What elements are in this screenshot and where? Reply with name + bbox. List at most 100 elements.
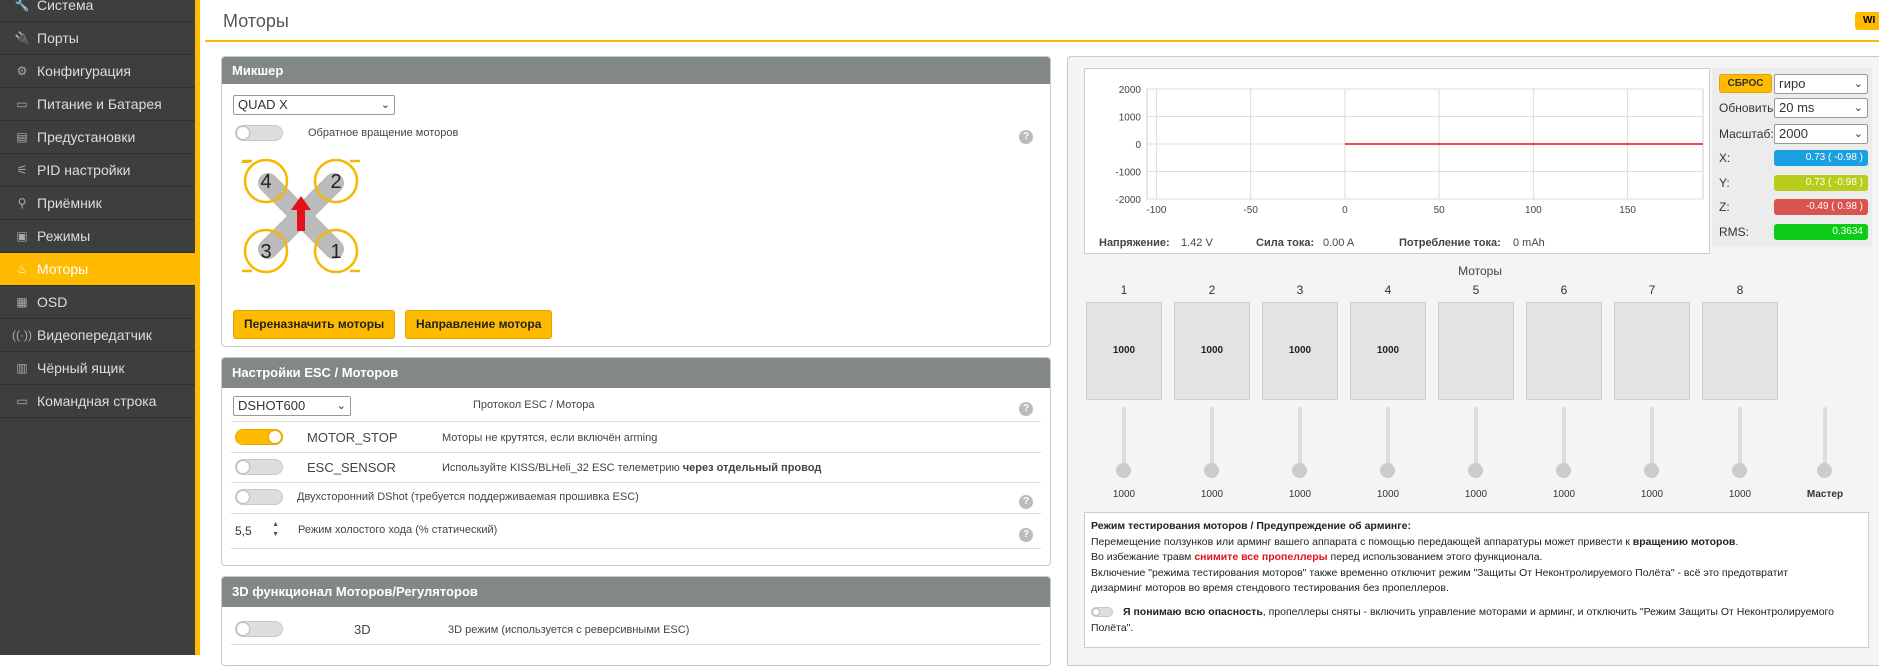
sensor-select[interactable]: гиро ⌄	[1774, 74, 1868, 94]
master-slider-knob[interactable]	[1817, 463, 1832, 478]
scale-select[interactable]: 2000 ⌄	[1774, 124, 1868, 144]
sidebar-item-gear[interactable]: ⚙ Конфигурация	[0, 55, 195, 88]
sidebar-item-terminal[interactable]: ▭ Командная строка	[0, 385, 195, 418]
warning-title: Режим тестирования моторов / Предупрежде…	[1091, 520, 1411, 532]
chevron-down-icon: ⌄	[1853, 78, 1863, 90]
chevron-down-icon: ⌄	[380, 99, 390, 111]
axis-value: 0.3634	[1774, 224, 1868, 240]
axis-value: -0.49 ( 0.98 )	[1774, 199, 1868, 215]
battery-icon: ▭	[16, 97, 28, 111]
sidebar-item-motor[interactable]: ♨ Моторы	[0, 253, 195, 286]
motor-number: 5	[1472, 283, 1480, 297]
chevron-down-icon: ⌄	[1853, 102, 1863, 114]
esc-protocol-select[interactable]: DSHOT600 ⌄	[233, 396, 351, 416]
sidebar-item-label: Приёмник	[37, 195, 102, 211]
threed-toggle[interactable]	[235, 621, 283, 637]
sidebar-item-blackbox[interactable]: ▥ Чёрный ящик	[0, 352, 195, 385]
gear-icon: ⚙	[16, 64, 28, 78]
sidebar-item-receiver[interactable]: ⚲ Приёмник	[0, 187, 195, 220]
remap-motors-button[interactable]: Переназначить моторы	[233, 310, 396, 339]
sliders-icon: ⚟	[16, 163, 28, 177]
sidebar-item-modes[interactable]: ▣ Режимы	[0, 220, 195, 253]
motor-slider-value: 1000	[1464, 489, 1488, 500]
motor-slider-knob[interactable]	[1732, 463, 1747, 478]
sidebar-item-plug[interactable]: 🔌 Порты	[0, 22, 195, 55]
esc-protocol-value: DSHOT600	[238, 398, 306, 413]
bidir-dshot-toggle[interactable]	[235, 489, 283, 505]
plug-icon: 🔌	[14, 31, 30, 45]
sidebar-item-label: Командная строка	[37, 393, 157, 409]
x-tick-label: 50	[1434, 205, 1446, 216]
esc-settings-panel: Настройки ESC / Моторов DSHOT600 ⌄ Прото…	[221, 357, 1051, 566]
wiki-button[interactable]: WI	[1855, 12, 1879, 30]
motor-number: 7	[1648, 283, 1656, 297]
spinner-icon[interactable]: ▲ ▼	[272, 520, 279, 540]
divider	[231, 513, 1041, 514]
consumption-label: Потребление тока:	[1399, 237, 1501, 249]
motor-value-box: 1000	[1086, 302, 1162, 400]
axis-label: RMS:	[1719, 225, 1749, 239]
help-icon[interactable]: ?	[1019, 495, 1033, 509]
sidebar-item-label: Конфигурация	[37, 63, 131, 79]
sensor-value: гиро	[1779, 76, 1806, 91]
x-tick-label: -100	[1146, 205, 1166, 216]
refresh-value: 20 ms	[1779, 100, 1815, 115]
sidebar-item-battery[interactable]: ▭ Питание и Батарея	[0, 88, 195, 121]
motor-slider-knob[interactable]	[1380, 463, 1395, 478]
page-title: Моторы	[223, 11, 289, 31]
motor-value-box: 1000	[1174, 302, 1250, 400]
reverse-motors-toggle[interactable]	[235, 125, 283, 141]
motor-stop-toggle[interactable]	[235, 429, 283, 445]
axis-label: X:	[1719, 151, 1731, 165]
motor-slider-knob[interactable]	[1468, 463, 1483, 478]
master-label: Мастер	[1806, 489, 1844, 500]
axis-value: 0.73 ( -0.98 )	[1774, 150, 1868, 166]
sidebar-item-label: Питание и Батарея	[37, 96, 162, 112]
motor-direction-button[interactable]: Направление мотора	[405, 310, 553, 339]
sidebar-item-presets[interactable]: ▤ Предустановки	[0, 121, 195, 154]
motor-slider-value: 1000	[1112, 489, 1136, 500]
sidebar-item-vtx[interactable]: ((·)) Видеопередатчик	[0, 319, 195, 352]
current-label: Сила тока:	[1256, 237, 1315, 249]
motor-number: 4	[1384, 283, 1392, 297]
divider	[231, 548, 1041, 549]
motor-number: 1	[1120, 283, 1128, 297]
sidebar-item-sliders[interactable]: ⚟ PID настройки	[0, 154, 195, 187]
warning-line4: дизарминг моторов во время стендового те…	[1091, 582, 1449, 595]
sidebar-item-label: Видеопередатчик	[37, 327, 152, 343]
motor-slider-knob[interactable]	[1292, 463, 1307, 478]
motor-slider-knob[interactable]	[1644, 463, 1659, 478]
motor-slider-knob[interactable]	[1204, 463, 1219, 478]
motor-slider-knob[interactable]	[1116, 463, 1131, 478]
help-icon[interactable]: ?	[1019, 130, 1033, 144]
mixer-type-select[interactable]: QUAD X ⌄	[233, 95, 395, 115]
motor-value-box	[1702, 302, 1778, 400]
esc-sensor-toggle[interactable]	[235, 459, 283, 475]
sidebar-item-osd[interactable]: ▦ OSD	[0, 286, 195, 319]
refresh-select[interactable]: 20 ms ⌄	[1774, 98, 1868, 118]
sidebar-item-label: Чёрный ящик	[37, 360, 125, 376]
divider	[231, 482, 1041, 483]
motor-number: 2	[1208, 283, 1216, 297]
help-icon[interactable]: ?	[1019, 528, 1033, 542]
sidebar-item-wrench[interactable]: 🔧 Система	[0, 0, 195, 22]
y-tick-label: 2000	[1119, 85, 1142, 96]
motor-value-box	[1438, 302, 1514, 400]
motor-slider-knob[interactable]	[1556, 463, 1571, 478]
warning-box: Режим тестирования моторов / Предупрежде…	[1084, 512, 1869, 648]
esc-sensor-name: ESC_SENSOR	[307, 460, 396, 475]
consumption-value: 0 mAh	[1513, 237, 1545, 249]
vtx-icon: ((·))	[12, 328, 32, 342]
reset-button[interactable]: СБРОС	[1719, 74, 1772, 93]
scale-value: 2000	[1779, 126, 1808, 141]
gyro-chart: 2000 1000 0 -1000 -2000 -100 -50 0 50 100 150	[1115, 85, 1704, 216]
threed-desc: 3D режим (используется с реверсивными ES…	[448, 624, 690, 636]
y-tick-label: -2000	[1115, 195, 1141, 206]
help-icon[interactable]: ?	[1019, 402, 1033, 416]
ack-toggle[interactable]	[1091, 606, 1113, 617]
motor-slider-value: 1000	[1640, 489, 1664, 500]
voltage-label: Напряжение:	[1099, 237, 1170, 249]
modes-icon: ▣	[16, 229, 28, 243]
idle-throttle-input[interactable]: 5,5 ▲ ▼	[233, 520, 279, 542]
divider	[231, 421, 1041, 422]
